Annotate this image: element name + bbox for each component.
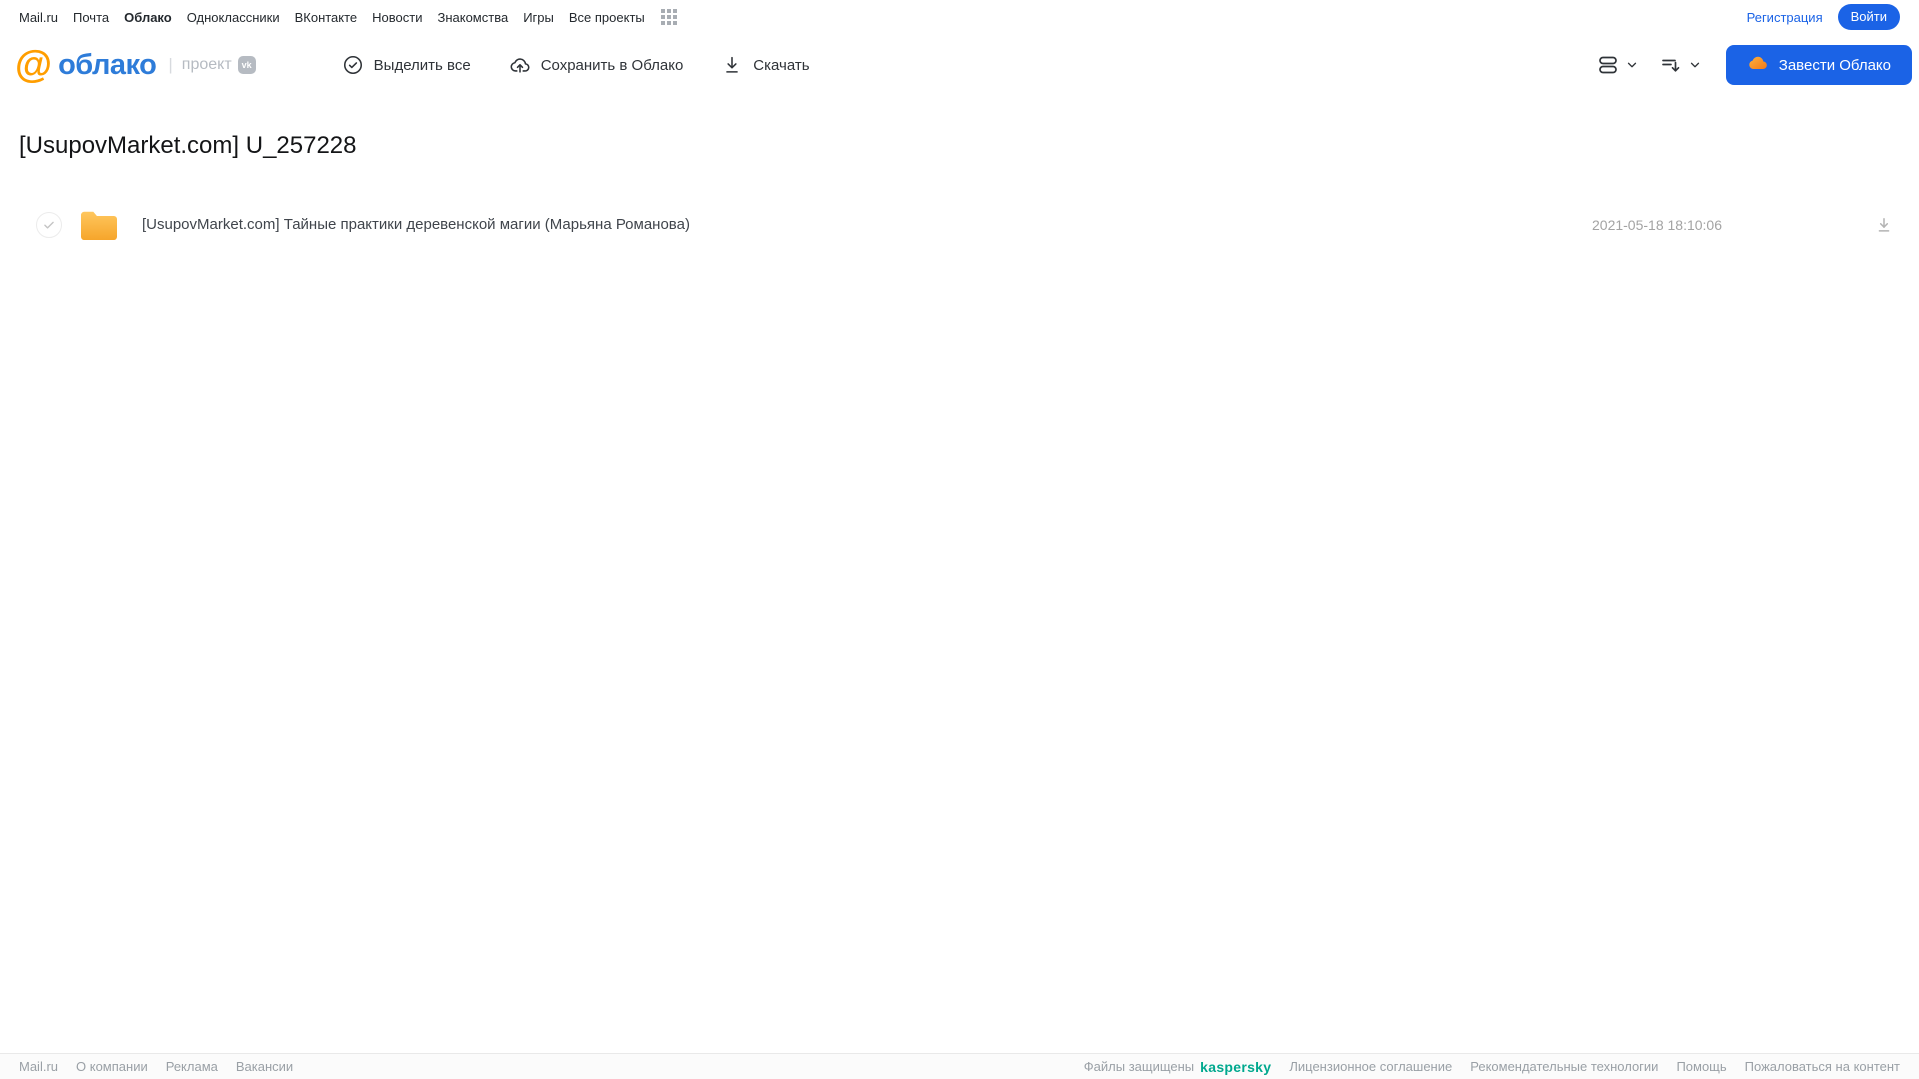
cloud-icon: [1747, 52, 1769, 78]
top-nav-auth: Регистрация Войти: [1747, 4, 1900, 30]
create-cloud-label: Завести Облако: [1778, 56, 1891, 74]
file-row[interactable]: [UsupovMarket.com] Тайные практики дерев…: [0, 204, 1919, 246]
vk-badge-icon: vk: [237, 56, 256, 74]
kaspersky-logo[interactable]: kaspersky: [1200, 1059, 1271, 1075]
list-view-icon: [1596, 53, 1620, 77]
footer-link-help[interactable]: Помощь: [1676, 1059, 1726, 1074]
topnav-link-igry[interactable]: Игры: [523, 10, 554, 25]
registration-link[interactable]: Регистрация: [1747, 10, 1823, 25]
file-toolbar: Выделить все Сохранить в Облако Скачать: [342, 54, 810, 76]
cloud-logo-text: облако: [58, 48, 157, 81]
cloud-logo[interactable]: @ облако | проект vk: [15, 44, 256, 86]
header-right-controls: Завести Облако: [1596, 45, 1912, 85]
mailru-at-icon: @: [15, 44, 53, 86]
topnav-link-znakomstva[interactable]: Знакомства: [437, 10, 508, 25]
topnav-link-vkontakte[interactable]: ВКонтакте: [295, 10, 358, 25]
public-folder-content: [UsupovMarket.com] U_257228 [UsupovMarke…: [0, 132, 1919, 246]
topnav-link-vse-proekty[interactable]: Все проекты: [569, 10, 645, 25]
folder-icon: [79, 208, 119, 242]
all-projects-grid-icon[interactable]: [660, 9, 677, 25]
topnav-link-novosti[interactable]: Новости: [372, 10, 422, 25]
footer-link-about[interactable]: О компании: [76, 1059, 148, 1074]
row-download-button[interactable]: [1874, 215, 1894, 235]
top-nav-projects: Mail.ru Почта Облако Одноклассники ВКонт…: [19, 9, 677, 25]
sort-button[interactable]: [1659, 53, 1702, 77]
page-title: [UsupovMarket.com] U_257228: [19, 132, 357, 159]
select-all-label: Выделить все: [373, 56, 471, 74]
checkmark-icon: [44, 221, 54, 229]
footer-right-links: Файлы защищены kaspersky Лицензионное со…: [1084, 1059, 1900, 1075]
download-button[interactable]: Скачать: [721, 54, 810, 76]
footer-link-report-content[interactable]: Пожаловаться на контент: [1745, 1059, 1900, 1074]
view-mode-button[interactable]: [1596, 53, 1639, 77]
download-icon: [721, 54, 743, 76]
save-to-cloud-label: Сохранить в Облако: [540, 56, 684, 74]
sort-icon: [1659, 53, 1683, 77]
topnav-link-odnoklassniki[interactable]: Одноклассники: [187, 10, 280, 25]
footer-link-ads[interactable]: Реклама: [166, 1059, 218, 1074]
protected-text: Файлы защищены: [1083, 1059, 1195, 1074]
download-icon: [1878, 218, 1890, 232]
login-button[interactable]: Войти: [1837, 4, 1900, 30]
topnav-link-pochta[interactable]: Почта: [73, 10, 109, 25]
footer-link-license[interactable]: Лицензионное соглашение: [1289, 1059, 1452, 1074]
footer-link-jobs[interactable]: Вакансии: [236, 1059, 293, 1074]
logo-divider: |: [168, 55, 173, 74]
row-checkbox[interactable]: [36, 212, 62, 238]
project-label: проект: [181, 56, 232, 73]
download-label: Скачать: [753, 56, 810, 74]
footer-link-mailru[interactable]: Mail.ru: [19, 1059, 58, 1074]
cloud-upload-icon: [509, 54, 531, 76]
file-date: 2021-05-18 18:10:06: [1592, 217, 1722, 233]
save-to-cloud-button[interactable]: Сохранить в Облако: [509, 54, 684, 76]
check-circle-icon: [342, 54, 364, 76]
footer-link-recommendation-tech[interactable]: Рекомендательные технологии: [1470, 1059, 1658, 1074]
create-cloud-button[interactable]: Завести Облако: [1725, 45, 1912, 85]
select-all-button[interactable]: Выделить все: [342, 54, 471, 76]
chevron-down-icon: [1688, 58, 1702, 72]
page-footer: Mail.ru О компании Реклама Вакансии Файл…: [0, 1053, 1919, 1079]
chevron-down-icon: [1625, 58, 1639, 72]
topnav-link-oblako[interactable]: Облако: [124, 10, 172, 25]
topnav-link-mailru[interactable]: Mail.ru: [19, 10, 58, 25]
file-name-link[interactable]: [UsupovMarket.com] Тайные практики дерев…: [142, 216, 690, 233]
cloud-header: @ облако | проект vk Выделить все Сохран…: [0, 34, 1919, 96]
kaspersky-protection: Файлы защищены kaspersky: [1084, 1059, 1272, 1075]
file-name-cell: [UsupovMarket.com] Тайные практики дерев…: [142, 216, 1592, 234]
top-nav-bar: Mail.ru Почта Облако Одноклассники ВКонт…: [0, 0, 1919, 34]
footer-left-links: Mail.ru О компании Реклама Вакансии: [19, 1059, 293, 1074]
